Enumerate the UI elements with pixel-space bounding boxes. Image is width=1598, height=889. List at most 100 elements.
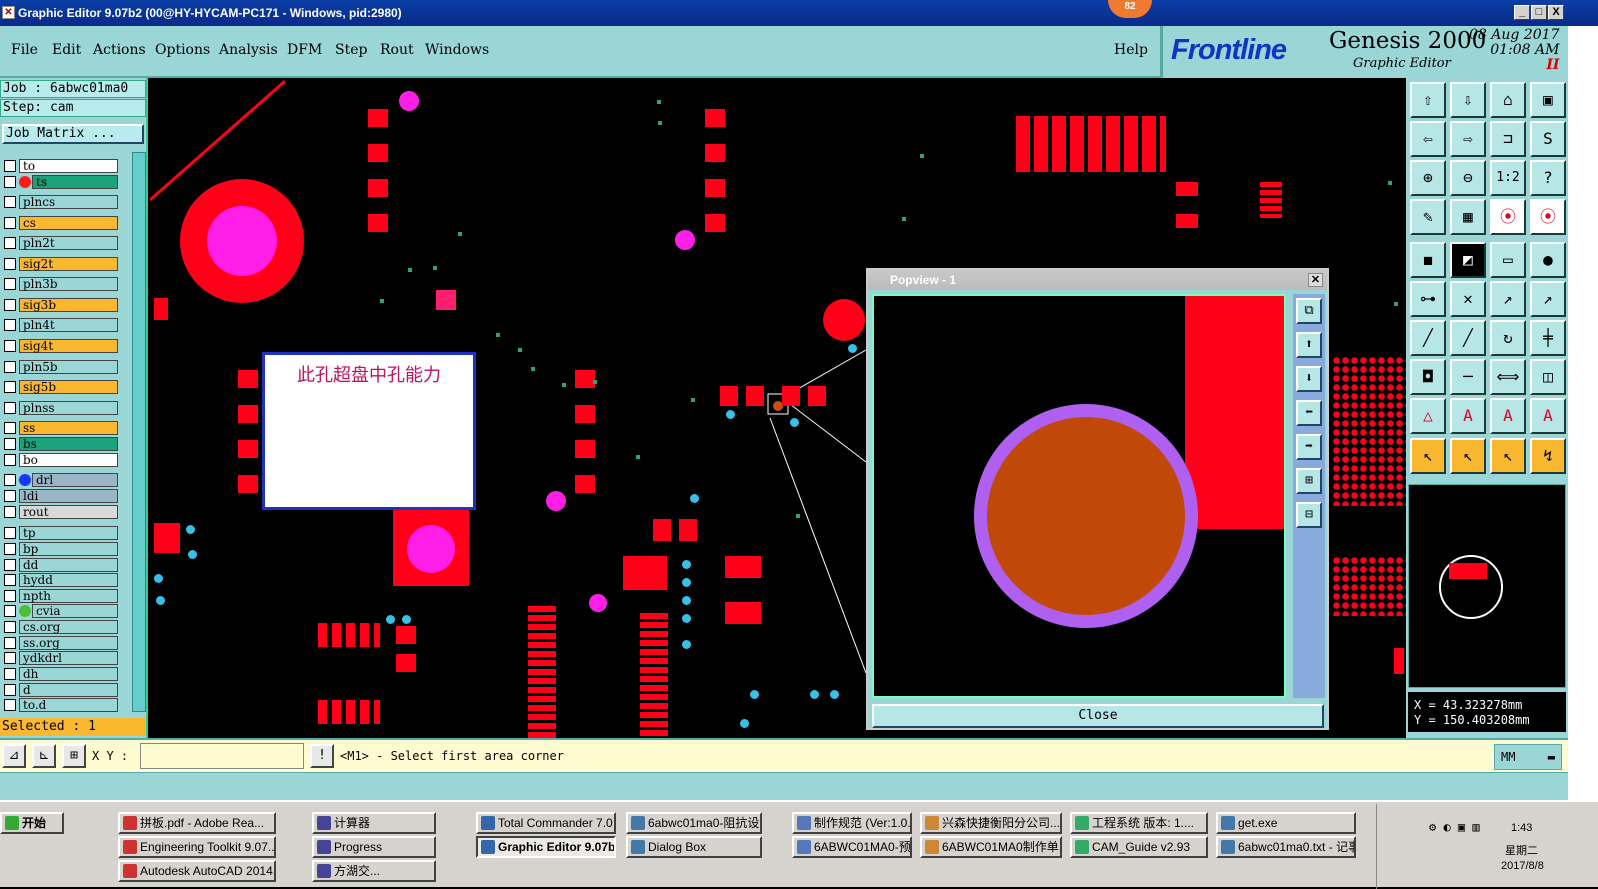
xy-input[interactable] (140, 743, 304, 769)
layer-checkbox[interactable] (4, 683, 16, 696)
layer-checkbox[interactable] (4, 175, 16, 188)
layer-row-rout[interactable]: rout (4, 504, 118, 519)
connect-icon[interactable]: ⊶ (1410, 281, 1446, 317)
zoom-box-icon[interactable]: ▣ (1530, 82, 1566, 118)
grid-tool-icon[interactable]: ⊞ (62, 744, 86, 768)
layer-row-to[interactable]: to (4, 158, 118, 173)
layer-row-sig2t[interactable]: sig2t (4, 256, 118, 271)
layer-checkbox[interactable] (4, 667, 16, 680)
pan-down-tool-icon[interactable]: ⇩ (1450, 82, 1486, 118)
layer-checkbox[interactable] (4, 318, 16, 331)
popview-viewport[interactable] (872, 294, 1289, 698)
layer-row-hydd[interactable]: hydd (4, 572, 118, 587)
snap-center-icon[interactable]: ⦿ (1530, 199, 1566, 235)
line-icon[interactable]: ╱ (1410, 320, 1446, 356)
fill-icon[interactable]: ╪ (1530, 320, 1566, 356)
minimize-button[interactable]: _ (1514, 5, 1530, 20)
layer-checkbox[interactable] (4, 542, 16, 555)
pointer-select-icon[interactable]: ↖ (1450, 438, 1486, 474)
layer-checkbox[interactable] (4, 421, 16, 434)
menu-options[interactable]: Options (155, 42, 210, 58)
popview-close-icon[interactable]: ✕ (1308, 273, 1323, 287)
menu-analysis[interactable]: Analysis (219, 42, 278, 58)
snap-icon[interactable]: ⦿ (1490, 199, 1526, 235)
scale-1-2-icon[interactable]: 1:2 (1490, 160, 1526, 196)
taskbar-item[interactable]: 计算器 (312, 812, 436, 834)
taskbar-item[interactable]: Autodesk AutoCAD 2014... (118, 860, 276, 882)
zoom-in-tool-icon[interactable]: ⊕ (1410, 160, 1446, 196)
taskbar-item[interactable]: 6ABWC01MA0-预审指... (792, 836, 912, 858)
pan-down-icon[interactable]: ⬇ (1296, 366, 1322, 392)
text-a-icon[interactable]: A (1450, 398, 1486, 434)
layer-checkbox[interactable] (4, 505, 16, 518)
taskbar-item[interactable]: CAM_Guide v2.93 (1070, 836, 1208, 858)
triangle-icon[interactable]: △ (1410, 398, 1446, 434)
pan-right-icon[interactable]: ➡ (1296, 434, 1322, 460)
pan-up-tool-icon[interactable]: ⇧ (1410, 82, 1446, 118)
taskbar-item[interactable]: 工程系统 版本: 1.... (1070, 812, 1208, 834)
layer-row-sig4t[interactable]: sig4t (4, 338, 118, 353)
taskbar-item[interactable]: Dialog Box (626, 836, 762, 858)
route-icon[interactable]: ↯ (1530, 438, 1566, 474)
layer-checkbox[interactable] (4, 216, 16, 229)
layer-row-ldi[interactable]: ldi (4, 488, 118, 503)
menu-rout[interactable]: Rout (380, 42, 414, 58)
start-button[interactable]: 开始 (0, 812, 64, 834)
maximize-button[interactable]: □ (1531, 5, 1547, 20)
menu-dfm[interactable]: DFM (287, 42, 322, 58)
pan-left-tool-icon[interactable]: ⇦ (1410, 121, 1446, 157)
layer-row-plnss[interactable]: plnss (4, 400, 118, 415)
layer-row-drl[interactable]: drl (4, 472, 118, 487)
color-icon[interactable]: ◩ (1450, 242, 1486, 278)
zoom-out-tool-icon[interactable]: ⊖ (1450, 160, 1486, 196)
layer-checkbox[interactable] (4, 277, 16, 290)
menu-help[interactable]: Help (1114, 42, 1148, 58)
pointer-move-icon[interactable]: ↖ (1490, 438, 1526, 474)
layer-row-pln5b[interactable]: pln5b (4, 359, 118, 374)
grid-icon[interactable]: ▦ (1450, 199, 1486, 235)
zoom-out-icon[interactable]: ⊟ (1296, 502, 1322, 528)
pan-left-icon[interactable]: ⬅ (1296, 400, 1322, 426)
layer-checkbox[interactable] (4, 636, 16, 649)
layer-row-npth[interactable]: npth (4, 588, 118, 603)
menu-edit[interactable]: Edit (52, 42, 81, 58)
cross-icon[interactable]: ✕ (1450, 281, 1486, 317)
menu-windows[interactable]: Windows (425, 42, 489, 58)
measure-tool-icon[interactable]: ⊾ (32, 744, 56, 768)
group-icon[interactable]: ◫ (1530, 359, 1566, 395)
taskbar-item[interactable]: 6abwc01ma0.txt - 记事本 (1216, 836, 1356, 858)
taskbar-item[interactable]: 方湖交... (312, 860, 436, 882)
layer-row-dh[interactable]: dh (4, 666, 118, 681)
taskbar-item[interactable]: Total Commander 7.0 ... (476, 812, 616, 834)
redraw-icon[interactable]: S (1530, 121, 1566, 157)
zoom-center-icon[interactable]: ⊐ (1490, 121, 1526, 157)
snap-tool-icon[interactable]: ⊿ (2, 744, 26, 768)
layer-checkbox[interactable] (4, 651, 16, 664)
pan-up-icon[interactable]: ⬆ (1296, 332, 1322, 358)
layer-row-tp[interactable]: tp (4, 525, 118, 540)
layer-row-pln3b[interactable]: pln3b (4, 276, 118, 291)
layer-checkbox[interactable] (4, 257, 16, 270)
unit-select[interactable]: MM ▬ (1494, 744, 1562, 770)
dimension-icon[interactable]: ⟺ (1490, 359, 1526, 395)
taskbar-item[interactable]: 拼板.pdf - Adobe Rea... (118, 812, 276, 834)
menu-actions[interactable]: Actions (93, 42, 146, 58)
popview-close-button[interactable]: Close (872, 704, 1324, 728)
pad-add-icon[interactable]: ◘ (1410, 359, 1446, 395)
layer-checkbox[interactable] (4, 558, 16, 571)
arc-icon[interactable]: ↻ (1490, 320, 1526, 356)
text-c-icon[interactable]: A (1530, 398, 1566, 434)
layer-scrollbar[interactable] (132, 152, 146, 712)
ruler-icon[interactable]: ▭ (1490, 242, 1526, 278)
taskbar-item[interactable]: 兴森快捷衡阳分公司... (920, 812, 1062, 834)
layer-checkbox[interactable] (4, 298, 16, 311)
taskbar-item[interactable]: Engineering Toolkit 9.07... (118, 836, 276, 858)
hline-icon[interactable]: ─ (1450, 359, 1486, 395)
layer-row-sig3b[interactable]: sig3b (4, 297, 118, 312)
layer-row-ss[interactable]: ss (4, 420, 118, 435)
layer-row-cvia[interactable]: cvia (4, 603, 118, 618)
layer-row-dd[interactable]: dd (4, 557, 118, 572)
layer-checkbox[interactable] (4, 159, 16, 172)
taskbar-item[interactable]: 6ABWC01MA0制作单.xl... (920, 836, 1062, 858)
tray-icons[interactable]: ⚙ ◐ ▣ ▥ (1429, 820, 1480, 834)
